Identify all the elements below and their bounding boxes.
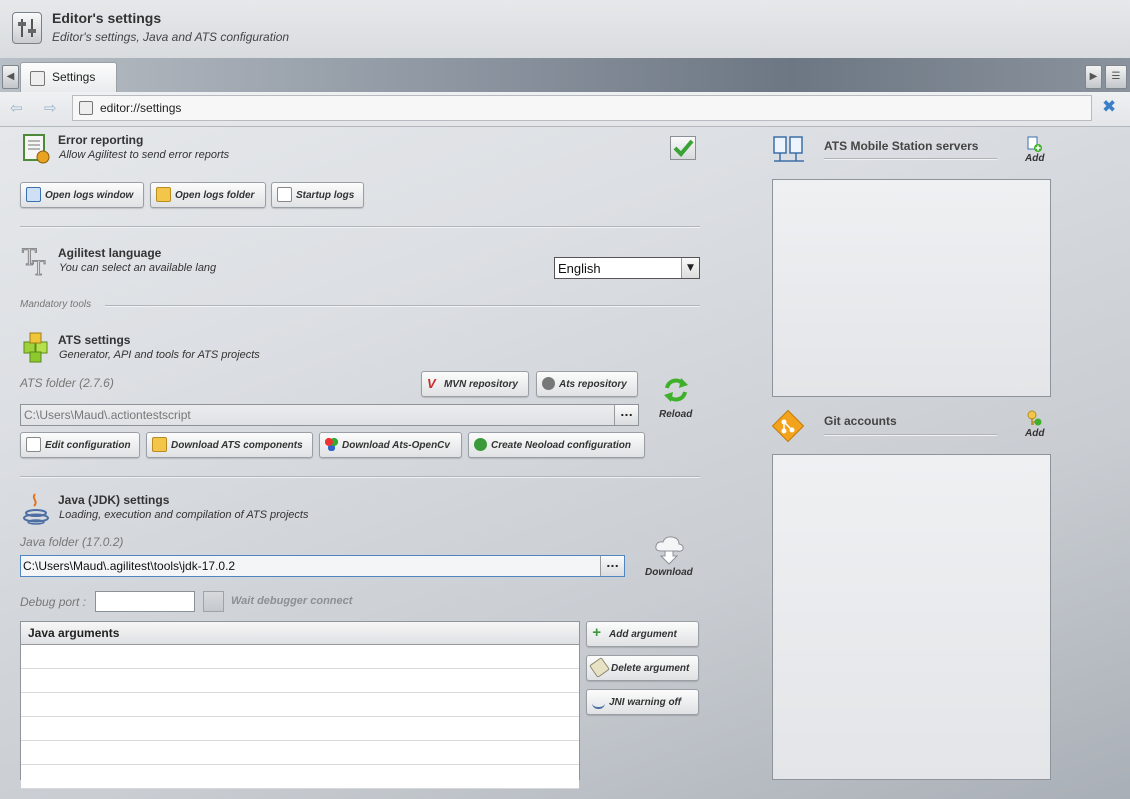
table-row[interactable] xyxy=(21,692,579,717)
java-arguments-table[interactable]: Java arguments xyxy=(20,621,580,789)
url-field[interactable] xyxy=(72,95,1092,121)
servers-icon xyxy=(772,135,806,165)
settings-icon xyxy=(79,101,93,115)
url-text: editor://settings xyxy=(100,101,182,115)
back-arrow-icon[interactable]: ⇦ xyxy=(10,99,23,117)
debug-port-label: Debug port : xyxy=(20,595,87,609)
error-reporting-title: Error reporting xyxy=(58,133,144,147)
error-reporting-checkbox[interactable] xyxy=(670,136,696,160)
tab-label: Settings xyxy=(52,70,96,84)
download-cloud-icon[interactable] xyxy=(653,535,685,565)
git-accounts-list[interactable] xyxy=(772,454,1051,780)
table-row[interactable] xyxy=(21,764,579,789)
add-key-icon[interactable] xyxy=(1026,410,1042,426)
close-icon[interactable]: ✖ xyxy=(1102,97,1116,117)
table-row[interactable] xyxy=(21,740,579,765)
ats-folder-input[interactable]: C:\Users\Maud\.actiontestscript ... xyxy=(20,404,639,426)
divider xyxy=(824,434,997,436)
ats-folder-value: C:\Users\Maud\.actiontestscript xyxy=(24,408,191,422)
download-label[interactable]: Download xyxy=(645,567,693,578)
java-folder-value: C:\Users\Maud\.agilitest\tools\jdk-17.0.… xyxy=(23,559,236,573)
opencv-icon xyxy=(325,437,338,451)
add-server-icon[interactable] xyxy=(1026,136,1042,152)
eraser-icon xyxy=(589,656,610,678)
maven-icon: V xyxy=(427,375,436,391)
create-neoload-configuration-button[interactable]: Create Neoload configuration xyxy=(468,432,645,458)
divider xyxy=(20,476,700,478)
delete-argument-button[interactable]: Delete argument xyxy=(586,655,699,681)
tab-settings[interactable]: Settings xyxy=(20,62,117,93)
java-arguments-rows xyxy=(21,645,579,789)
java-folder-input[interactable]: C:\Users\Maud\.agilitest\tools\jdk-17.0.… xyxy=(20,555,625,577)
ats-folder-label: ATS folder (2.7.6) xyxy=(20,376,114,390)
table-row[interactable] xyxy=(21,668,579,693)
open-logs-window-button[interactable]: Open logs window xyxy=(20,182,144,208)
plus-icon: + xyxy=(592,623,601,641)
settings-sliders-icon xyxy=(12,12,42,44)
chevron-down-icon[interactable]: ▼ xyxy=(681,258,699,278)
divider xyxy=(105,305,700,307)
java-folder-browse-button[interactable]: ... xyxy=(600,556,624,576)
language-subtitle: You can select an available lang xyxy=(59,262,217,274)
repository-icon xyxy=(542,376,555,390)
forward-arrow-icon[interactable]: ⇨ xyxy=(44,99,57,117)
language-select[interactable]: English ▼ xyxy=(554,257,700,279)
error-report-icon xyxy=(21,133,51,164)
edit-configuration-button[interactable]: Edit configuration xyxy=(20,432,140,458)
mandatory-tools-label: Mandatory tools xyxy=(20,299,92,310)
add-server-label[interactable]: Add xyxy=(1025,153,1044,164)
divider xyxy=(824,158,997,160)
java-settings-title: Java (JDK) settings xyxy=(58,493,170,507)
mvn-repository-button[interactable]: V MVN repository xyxy=(421,371,529,397)
java-icon xyxy=(21,491,51,525)
language-title: Agilitest language xyxy=(58,246,162,260)
tab-list-icon[interactable]: ☰ xyxy=(1105,65,1127,89)
language-selected-value: English xyxy=(558,261,601,276)
download-ats-opencv-button[interactable]: Download Ats-OpenCv xyxy=(319,432,462,458)
divider xyxy=(20,226,700,228)
download-ats-components-button[interactable]: Download ATS components xyxy=(146,432,313,458)
font-icon: T T xyxy=(21,245,51,281)
startup-logs-button[interactable]: Startup logs xyxy=(271,182,364,208)
open-logs-folder-button[interactable]: Open logs folder xyxy=(150,182,266,208)
debug-port-input[interactable] xyxy=(95,591,195,612)
wait-debugger-label: Wait debugger connect xyxy=(231,595,353,607)
git-accounts-title: Git accounts xyxy=(824,414,897,428)
ats-folder-browse-button[interactable]: ... xyxy=(614,405,638,425)
table-row[interactable] xyxy=(21,716,579,741)
mobile-servers-title: ATS Mobile Station servers xyxy=(824,139,979,153)
add-git-account-label[interactable]: Add xyxy=(1025,428,1044,439)
settings-icon xyxy=(30,71,45,86)
folder-icon xyxy=(156,186,171,202)
java-folder-label: Java folder (17.0.2) xyxy=(20,535,124,549)
page-subtitle: Editor's settings, Java and ATS configur… xyxy=(52,30,290,44)
error-reporting-subtitle: Allow Agilitest to send error reports xyxy=(59,149,230,161)
ats-repository-button[interactable]: Ats repository xyxy=(536,371,638,397)
ats-settings-subtitle: Generator, API and tools for ATS project… xyxy=(59,349,260,361)
archive-icon xyxy=(152,436,167,452)
table-row[interactable] xyxy=(21,645,579,669)
java-arguments-header: Java arguments xyxy=(21,622,579,645)
reload-label[interactable]: Reload xyxy=(659,409,692,420)
git-icon xyxy=(771,409,805,443)
jni-warning-off-button[interactable]: JNI warning off xyxy=(586,689,699,715)
add-argument-button[interactable]: + Add argument xyxy=(586,621,699,647)
tab-scroll-left-button[interactable]: ◀ xyxy=(2,65,19,89)
wait-debugger-checkbox[interactable] xyxy=(203,591,224,612)
page-title: Editor's settings xyxy=(52,10,162,26)
neoload-icon xyxy=(474,437,487,451)
edit-icon xyxy=(26,436,41,452)
cubes-icon xyxy=(21,331,51,363)
tab-scroll-right-button[interactable]: ▶ xyxy=(1085,65,1102,89)
reload-icon[interactable] xyxy=(662,376,690,404)
ats-settings-title: ATS settings xyxy=(58,333,131,347)
document-icon xyxy=(277,186,292,202)
window-icon xyxy=(26,186,41,202)
mobile-servers-list[interactable] xyxy=(772,179,1051,397)
java-icon xyxy=(592,694,605,709)
svg-text:T: T xyxy=(32,256,46,277)
java-settings-subtitle: Loading, execution and compilation of AT… xyxy=(59,509,309,521)
tab-bar xyxy=(0,58,1130,92)
